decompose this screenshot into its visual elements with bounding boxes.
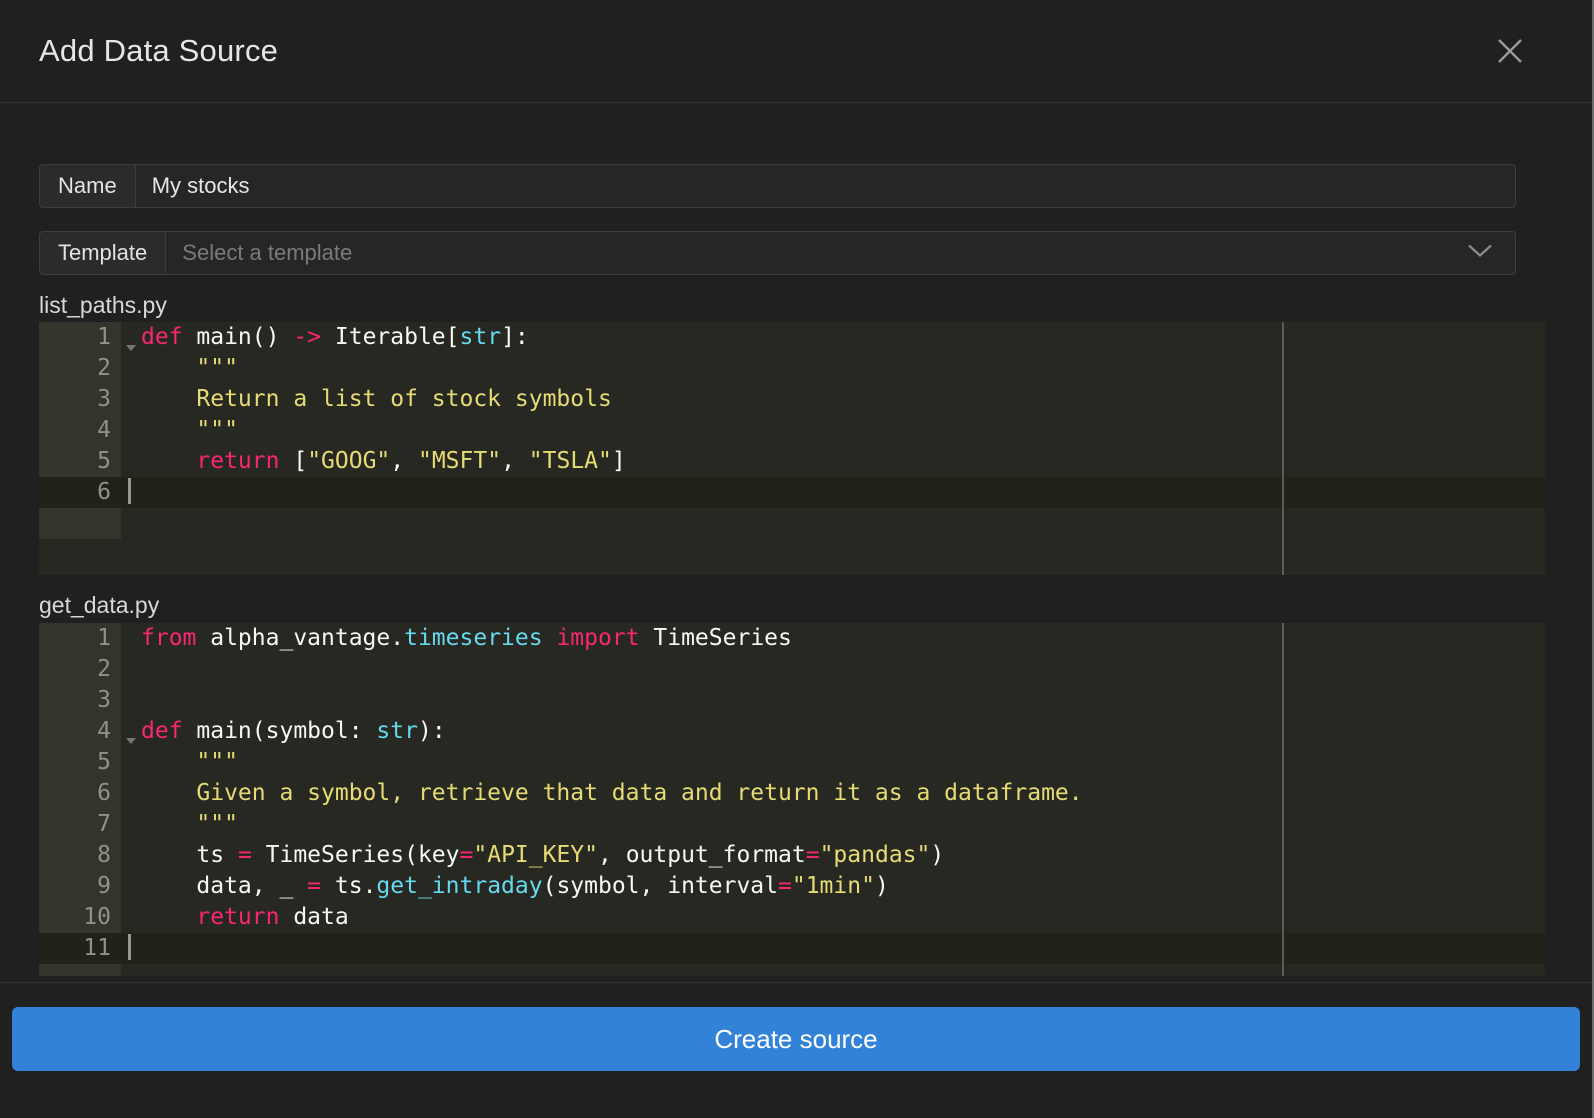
code-line: 7 """ (39, 808, 1545, 840)
code-line: 4 """ (39, 415, 1545, 447)
add-data-source-modal: Add Data Source Name Template Select a t… (0, 0, 1594, 1118)
line-number: 10 (39, 901, 121, 933)
code-text: from alpha_vantage.timeseries import Tim… (141, 624, 792, 651)
page-title: Add Data Source (39, 33, 279, 68)
code-line: 4 def main(symbol: str): (39, 715, 1545, 747)
code-editor-0[interactable]: 1 def main() -> Iterable[str]: 2 """ 3 Retu… (39, 322, 1545, 576)
code-text: data, _ = ts.get_intraday(symbol, interv… (141, 872, 889, 899)
code-text: """ (141, 810, 238, 837)
code-text: """ (141, 748, 238, 775)
create-source-button[interactable]: Create source (12, 1007, 1580, 1071)
gutter-filler (39, 508, 1545, 540)
code-line: 9 data, _ = ts.get_intraday(symbol, inte… (39, 870, 1545, 902)
code-line: 2 """ (39, 353, 1545, 385)
column-ruler (1282, 622, 1284, 976)
line-number: 4 (39, 715, 136, 747)
code-text: """ (141, 355, 238, 382)
template-label: Template (39, 231, 166, 275)
chevron-down-icon (1465, 242, 1495, 265)
line-number: 3 (39, 684, 121, 716)
code-line: 6 (39, 477, 1545, 509)
line-number: 6 (39, 477, 121, 509)
template-selected-value: Select a template (182, 240, 353, 265)
line-number: 8 (39, 839, 121, 871)
modal-footer: Create source (0, 982, 1592, 1118)
code-text: Given a symbol, retrieve that data and r… (141, 779, 1083, 806)
code-text: def main() -> Iterable[str]: (141, 324, 529, 351)
code-text: Return a list of stock symbols (141, 386, 612, 413)
code-text (121, 477, 1545, 508)
code-line: 10 return data (39, 901, 1545, 933)
line-number: 7 (39, 808, 121, 840)
modal-body: Name Template Select a template list_pat… (0, 103, 1592, 982)
code-line: 8 ts = TimeSeries(key="API_KEY", output_… (39, 839, 1545, 871)
code-line: 3 (39, 684, 1545, 716)
line-number: 2 (39, 653, 121, 685)
code-text: ts = TimeSeries(key="API_KEY", output_fo… (141, 841, 945, 868)
code-text: def main(symbol: str): (141, 717, 446, 744)
line-number: 1 (39, 322, 136, 354)
code-line: 1 def main() -> Iterable[str]: (39, 322, 1545, 354)
column-ruler (1282, 322, 1284, 576)
file-label-1: get_data.py (39, 592, 160, 619)
line-number: 3 (39, 384, 121, 416)
close-icon[interactable] (1491, 32, 1529, 70)
code-line: 5 """ (39, 746, 1545, 778)
code-lines-1: 1 from alpha_vantage.timeseries import Ti… (39, 622, 1545, 976)
line-number: 1 (39, 622, 121, 654)
text-cursor (128, 933, 131, 960)
line-number: 5 (39, 746, 121, 778)
text-cursor (128, 478, 131, 505)
code-text: return ["GOOG", "MSFT", "TSLA"] (196, 448, 626, 475)
code-line: 11 (39, 932, 1545, 964)
template-select[interactable]: Select a template (165, 231, 1516, 275)
line-number: 4 (39, 415, 121, 447)
code-line: 3 Return a list of stock symbols (39, 384, 1545, 416)
line-number: 11 (39, 932, 121, 964)
code-line: 2 (39, 653, 1545, 685)
code-line: 6 Given a symbol, retrieve that data and… (39, 777, 1545, 809)
name-label: Name (39, 164, 135, 208)
code-text: return data (196, 903, 349, 930)
line-number: 5 (39, 446, 121, 478)
code-line: 1 from alpha_vantage.timeseries import Ti… (39, 622, 1545, 654)
name-input[interactable] (134, 164, 1516, 208)
line-number: 2 (39, 353, 121, 385)
code-editor-1[interactable]: 1 from alpha_vantage.timeseries import Ti… (39, 622, 1545, 976)
code-text (121, 933, 1545, 964)
code-line: 5 return ["GOOG", "MSFT", "TSLA"] (39, 446, 1545, 478)
gutter-filler (39, 963, 1545, 976)
code-text: """ (141, 417, 238, 444)
code-lines-0: 1 def main() -> Iterable[str]: 2 """ 3 Retu… (39, 322, 1545, 540)
modal-header: Add Data Source (0, 0, 1592, 103)
line-number: 6 (39, 777, 121, 809)
line-number: 9 (39, 870, 121, 902)
template-field-group: Template Select a template (39, 231, 1516, 275)
file-label-0: list_paths.py (39, 292, 167, 318)
name-field-group: Name (39, 164, 1516, 208)
